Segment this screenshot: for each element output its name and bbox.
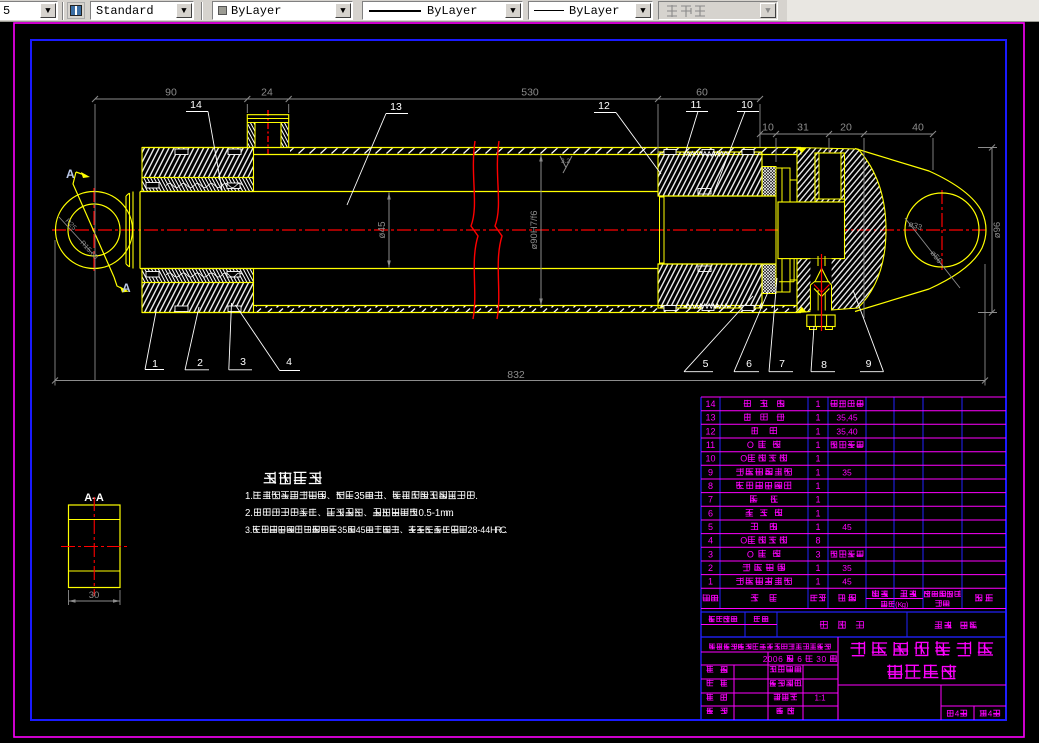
svg-text:35,45: 35,45	[836, 413, 858, 423]
svg-text:1: 1	[815, 426, 820, 436]
svg-text:10: 10	[741, 99, 753, 111]
svg-text:O: O	[747, 440, 754, 450]
svg-text:11: 11	[706, 440, 715, 450]
svg-text:14: 14	[190, 99, 202, 111]
svg-text:.: .	[451, 508, 454, 519]
svg-text:3.2: 3.2	[561, 158, 570, 165]
svg-text:40: 40	[912, 122, 924, 134]
svg-text:9: 9	[866, 358, 872, 370]
svg-text:30: 30	[89, 590, 100, 601]
svg-text:6: 6	[746, 358, 752, 370]
svg-text:8: 8	[815, 536, 820, 546]
svg-text:1: 1	[815, 563, 820, 573]
svg-text:O: O	[747, 549, 754, 559]
svg-text:1: 1	[152, 358, 158, 370]
svg-text:1: 1	[815, 481, 820, 491]
svg-text:4: 4	[708, 536, 713, 546]
svg-text:10: 10	[762, 122, 774, 134]
svg-text:): )	[906, 600, 909, 609]
svg-text:1: 1	[708, 577, 713, 587]
svg-text:A: A	[122, 281, 131, 295]
svg-text:20: 20	[840, 122, 852, 134]
svg-text:2: 2	[708, 563, 713, 573]
svg-text:6: 6	[778, 654, 783, 664]
svg-text:1:1: 1:1	[814, 694, 826, 703]
svg-text:.: .	[250, 491, 253, 502]
svg-text:5: 5	[361, 525, 366, 535]
svg-text:5: 5	[342, 525, 347, 535]
svg-text:832: 832	[507, 369, 525, 381]
svg-text:530: 530	[521, 87, 539, 99]
svg-text:5: 5	[703, 358, 709, 370]
svg-text:35: 35	[842, 563, 852, 573]
svg-text:1: 1	[815, 454, 820, 464]
svg-text:8: 8	[821, 359, 827, 371]
svg-text:7: 7	[708, 495, 713, 505]
svg-text:4: 4	[955, 710, 960, 719]
svg-text:35,40: 35,40	[836, 426, 858, 436]
svg-text:4: 4	[286, 356, 292, 368]
svg-text:A: A	[66, 167, 75, 181]
svg-text:60: 60	[696, 87, 708, 99]
svg-text:7: 7	[779, 358, 785, 370]
svg-text:1: 1	[815, 577, 820, 587]
svg-text:ø96: ø96	[992, 222, 1003, 238]
svg-text:2: 2	[197, 357, 203, 369]
svg-text:O: O	[740, 536, 747, 546]
svg-text:13: 13	[390, 101, 402, 113]
svg-text:24: 24	[261, 87, 273, 99]
svg-text:10: 10	[705, 454, 715, 464]
svg-text:1: 1	[815, 495, 820, 505]
svg-text:1: 1	[815, 440, 820, 450]
svg-text:1: 1	[815, 467, 820, 477]
svg-text:0: 0	[822, 654, 827, 664]
svg-text:.: .	[250, 508, 253, 519]
svg-text:4: 4	[988, 710, 993, 719]
svg-text:1: 1	[815, 508, 820, 518]
svg-text:.: .	[250, 525, 252, 535]
svg-text:5: 5	[359, 491, 364, 502]
svg-text:13: 13	[705, 413, 715, 423]
svg-text:ø90H7/f6: ø90H7/f6	[529, 210, 540, 249]
svg-text:6: 6	[797, 654, 802, 664]
svg-text:12: 12	[598, 100, 610, 112]
svg-text:1: 1	[815, 399, 820, 409]
svg-text:35: 35	[842, 467, 852, 477]
svg-text:31: 31	[797, 122, 809, 134]
svg-text:8: 8	[708, 481, 713, 491]
svg-text:ø45: ø45	[377, 221, 388, 239]
svg-text:90: 90	[165, 87, 177, 99]
svg-text:3: 3	[240, 356, 246, 368]
svg-text:1: 1	[815, 413, 820, 423]
svg-text:9: 9	[708, 467, 713, 477]
svg-text:.: .	[505, 525, 507, 535]
svg-text:O: O	[740, 454, 747, 464]
svg-text:6: 6	[708, 508, 713, 518]
svg-text:11: 11	[691, 99, 702, 111]
svg-text:3: 3	[708, 549, 713, 559]
svg-text:1: 1	[815, 522, 820, 532]
svg-text:45: 45	[842, 577, 852, 587]
svg-text:R15.60: R15.60	[79, 240, 99, 262]
svg-text:45: 45	[842, 522, 852, 532]
svg-text:3: 3	[815, 549, 820, 559]
svg-text:5: 5	[708, 522, 713, 532]
svg-text:12: 12	[705, 426, 715, 436]
svg-text:.: .	[475, 491, 478, 502]
svg-text:14: 14	[705, 399, 715, 409]
